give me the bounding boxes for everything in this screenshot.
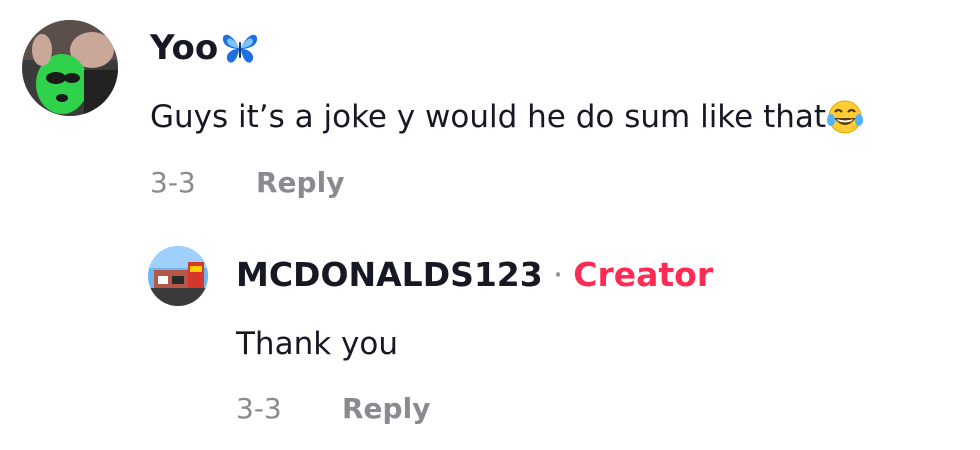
avatar-image bbox=[22, 20, 118, 116]
comment-thread: Yoo Guys it’s a joke y would he do sum l… bbox=[0, 0, 980, 450]
avatar[interactable] bbox=[22, 20, 118, 116]
reply-date: 3-3 bbox=[236, 392, 282, 425]
reply-button[interactable]: Reply bbox=[256, 166, 344, 199]
comment-item: Yoo Guys it’s a joke y would he do sum l… bbox=[0, 0, 980, 220]
comment-date: 3-3 bbox=[150, 166, 196, 199]
separator-dot: · bbox=[552, 254, 564, 294]
comment-username[interactable]: Yoo bbox=[150, 26, 260, 70]
butterfly-icon bbox=[223, 34, 258, 63]
username-text: Yoo bbox=[150, 28, 219, 68]
tears-of-joy-icon bbox=[827, 100, 864, 134]
reply-text: Thank you bbox=[236, 322, 398, 366]
reply-button[interactable]: Reply bbox=[342, 392, 430, 425]
reply-username[interactable]: MCDONALDS123 · Creator bbox=[236, 252, 713, 296]
avatar[interactable] bbox=[148, 246, 208, 306]
reply-item: MCDONALDS123 · Creator Thank you 3-3 Rep… bbox=[0, 230, 980, 450]
avatar-image bbox=[148, 246, 208, 306]
reply-text-content: Thank you bbox=[236, 326, 398, 362]
comment-text-content: Guys it’s a joke y would he do sum like … bbox=[150, 99, 827, 135]
creator-badge: Creator bbox=[573, 254, 714, 294]
comment-text: Guys it’s a joke y would he do sum like … bbox=[150, 95, 864, 139]
username-text: MCDONALDS123 bbox=[236, 254, 543, 294]
